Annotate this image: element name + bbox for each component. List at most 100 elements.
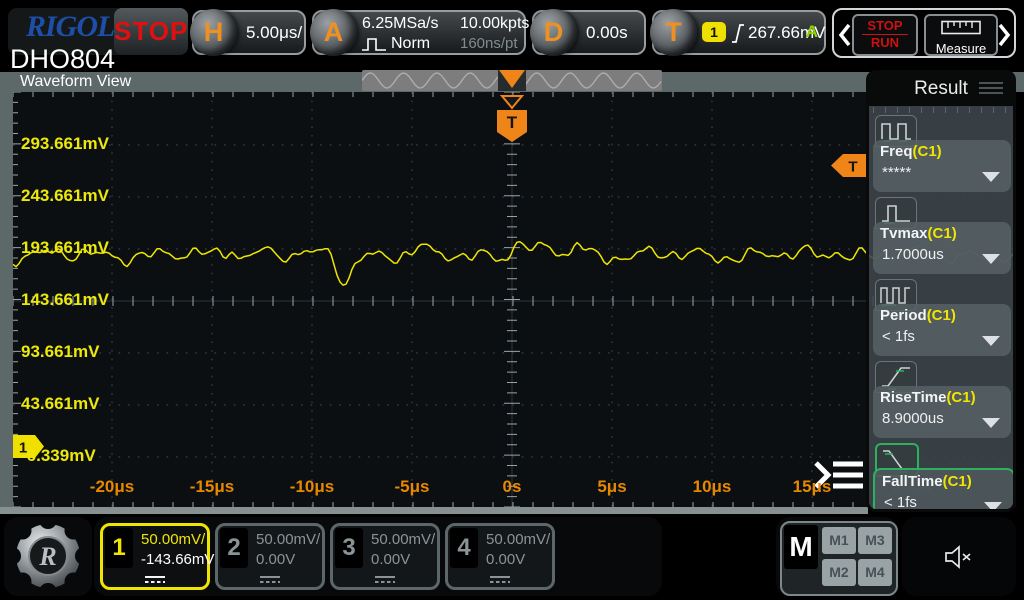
toolbar-nav-group: STOP RUN Measure bbox=[832, 8, 1016, 58]
measurement-item-period[interactable]: Period(C1) < 1fs bbox=[869, 277, 1013, 359]
result-panel-header[interactable]: Result bbox=[869, 73, 1013, 106]
measurement-card[interactable]: Period(C1) < 1fs bbox=[873, 304, 1011, 356]
channel-scale: 50.00mV/ bbox=[256, 531, 321, 548]
delay-button[interactable]: D 0.00s bbox=[530, 9, 646, 56]
rigol-menu-button[interactable]: R bbox=[4, 517, 92, 596]
horizontal-scale-button[interactable]: H 5.00μs/ bbox=[190, 9, 306, 56]
v-axis-label: 193.661mV bbox=[21, 238, 109, 257]
acquire-knob[interactable]: A bbox=[310, 9, 357, 56]
acquire-mode: Norm bbox=[391, 35, 431, 52]
channel2-button[interactable]: 2 50.00mV/ 0.00V bbox=[215, 523, 325, 590]
bottom-bar: R 1 50.00mV/ -143.66mV 2 50.00mV/ 0.00V … bbox=[0, 514, 1024, 600]
channel3-button[interactable]: 3 50.00mV/ 0.00V bbox=[330, 523, 440, 590]
t-axis-label: -10μs bbox=[289, 477, 335, 496]
measurement-card[interactable]: Tvmax(C1) 1.7000us bbox=[873, 222, 1011, 274]
toolbar-next-icon[interactable] bbox=[997, 23, 1011, 47]
channel-scale: 50.00mV/ bbox=[486, 531, 551, 548]
memory-depth: 10.00kpts bbox=[460, 15, 530, 32]
measurement-value: 1.7000us bbox=[882, 246, 944, 263]
scrollbar-preview-wave bbox=[361, 70, 662, 91]
expand-arrow-icon[interactable] bbox=[982, 254, 1000, 264]
trigger-source-badge: 1 bbox=[702, 22, 726, 42]
channel-number: 1 bbox=[105, 528, 133, 568]
t-axis-label: -15μs bbox=[189, 477, 235, 496]
channel-offset: 0.00V bbox=[256, 551, 296, 568]
v-axis-label: 143.661mV bbox=[21, 290, 109, 309]
channel-number: 4 bbox=[450, 528, 478, 568]
expand-arrow-icon[interactable] bbox=[982, 336, 1000, 346]
mute-button[interactable] bbox=[902, 517, 1016, 596]
measurement-card[interactable]: FallTime(C1) < 1fs bbox=[873, 468, 1013, 509]
sample-rate: 6.25MSa/s bbox=[362, 15, 439, 32]
measurement-source: (C1) bbox=[946, 389, 976, 406]
measure-label: Measure bbox=[935, 41, 987, 56]
rising-edge-icon bbox=[732, 24, 744, 43]
measurement-name: Freq bbox=[880, 143, 913, 160]
trigger-button[interactable]: T 1 267.66mV A bbox=[650, 9, 826, 56]
measurement-name: Tvmax bbox=[880, 225, 928, 242]
v-axis-label: 243.661mV bbox=[21, 186, 109, 205]
pulse-icon bbox=[362, 38, 386, 51]
stop-run-button[interactable]: STOP RUN bbox=[852, 14, 918, 56]
toolbar-prev-icon[interactable] bbox=[838, 23, 852, 47]
t-axis-label: 5μs bbox=[597, 477, 627, 496]
channel4-button[interactable]: 4 50.00mV/ 0.00V bbox=[445, 523, 555, 590]
channel-number: 2 bbox=[220, 528, 248, 568]
horizontal-knob[interactable]: H bbox=[190, 9, 237, 56]
dc-coupling-icon bbox=[375, 576, 395, 583]
math-slot-m4[interactable]: M4 bbox=[858, 559, 892, 586]
v-axis-label: -6.339mV bbox=[21, 446, 96, 465]
measurement-source: (C1) bbox=[942, 473, 972, 490]
trigger-knob[interactable]: T bbox=[650, 9, 697, 56]
ruler-icon bbox=[941, 20, 981, 35]
expand-arrow-icon[interactable] bbox=[984, 502, 1002, 509]
horizontal-position-scrollbar[interactable] bbox=[361, 70, 662, 91]
stop-label: STOP bbox=[862, 18, 908, 35]
channel-scale: 50.00mV/ bbox=[371, 531, 436, 548]
trigger-position-letter: T bbox=[507, 113, 518, 132]
trigger-level-marker[interactable]: T bbox=[831, 154, 868, 177]
t-axis-label: -20μs bbox=[89, 477, 135, 496]
t-axis-label: 15μs bbox=[792, 477, 832, 496]
tab-waveform-view[interactable]: Waveform View bbox=[20, 73, 131, 91]
math-slot-m2[interactable]: M2 bbox=[822, 559, 856, 586]
measurement-card[interactable]: Freq(C1) ***** bbox=[873, 140, 1011, 192]
rigol-logo: RIGOL bbox=[26, 10, 115, 43]
speaker-muted-icon bbox=[945, 545, 971, 569]
acquire-button[interactable]: A 6.25MSa/s Norm 10.00kpts 160ns/pt bbox=[310, 9, 530, 56]
channel-scale: 50.00mV/ bbox=[141, 531, 206, 548]
measure-button[interactable]: Measure bbox=[924, 14, 998, 56]
v-axis-label: 43.661mV bbox=[21, 394, 100, 413]
result-panel: Result Freq(C1) ***** Tvmax(C1) 1.7000us bbox=[866, 70, 1016, 512]
v-axis-label: 293.661mV bbox=[21, 134, 109, 153]
math-button[interactable]: M M1 M3 M2 M4 bbox=[780, 521, 898, 596]
expand-arrow-icon[interactable] bbox=[982, 172, 1000, 182]
measurement-item-falltime[interactable]: FallTime(C1) < 1fs bbox=[869, 441, 1013, 509]
measurement-value: < 1fs bbox=[882, 328, 915, 345]
trigger-position-marker[interactable]: T bbox=[497, 95, 527, 142]
horizontal-scale-value: 5.00μs/ bbox=[246, 23, 303, 42]
dc-coupling-icon bbox=[260, 576, 280, 583]
channel1-button[interactable]: 1 50.00mV/ -143.66mV bbox=[100, 523, 214, 590]
measurement-value: 8.9000us bbox=[882, 410, 944, 427]
t-axis-label: 10μs bbox=[692, 477, 732, 496]
dc-coupling-icon bbox=[490, 576, 510, 583]
channel-offset: 0.00V bbox=[371, 551, 411, 568]
measurement-name: RiseTime bbox=[880, 389, 947, 406]
measurement-item-freq[interactable]: Freq(C1) ***** bbox=[869, 113, 1013, 195]
top-bar: RIGOL STOP H 5.00μs/ A 6.25MSa/s Norm 10… bbox=[0, 0, 1024, 72]
measurement-source: (C1) bbox=[927, 225, 957, 242]
measurement-value: ***** bbox=[882, 164, 912, 181]
measurement-item-tvmax[interactable]: Tvmax(C1) 1.7000us bbox=[869, 195, 1013, 277]
trigger-status-flag: A bbox=[805, 22, 818, 41]
plot-frame-left bbox=[0, 92, 13, 514]
math-slot-m3[interactable]: M3 bbox=[858, 527, 892, 554]
result-panel-grip-icon[interactable] bbox=[979, 82, 1003, 96]
sample-interval: 160ns/pt bbox=[460, 35, 518, 52]
delay-knob[interactable]: D bbox=[530, 9, 577, 56]
t-axis-label: -5μs bbox=[394, 477, 430, 496]
measurement-item-risetime[interactable]: RiseTime(C1) 8.9000us bbox=[869, 359, 1013, 441]
measurement-card[interactable]: RiseTime(C1) 8.9000us bbox=[873, 386, 1011, 438]
expand-arrow-icon[interactable] bbox=[982, 418, 1000, 428]
math-slot-m1[interactable]: M1 bbox=[822, 527, 856, 554]
